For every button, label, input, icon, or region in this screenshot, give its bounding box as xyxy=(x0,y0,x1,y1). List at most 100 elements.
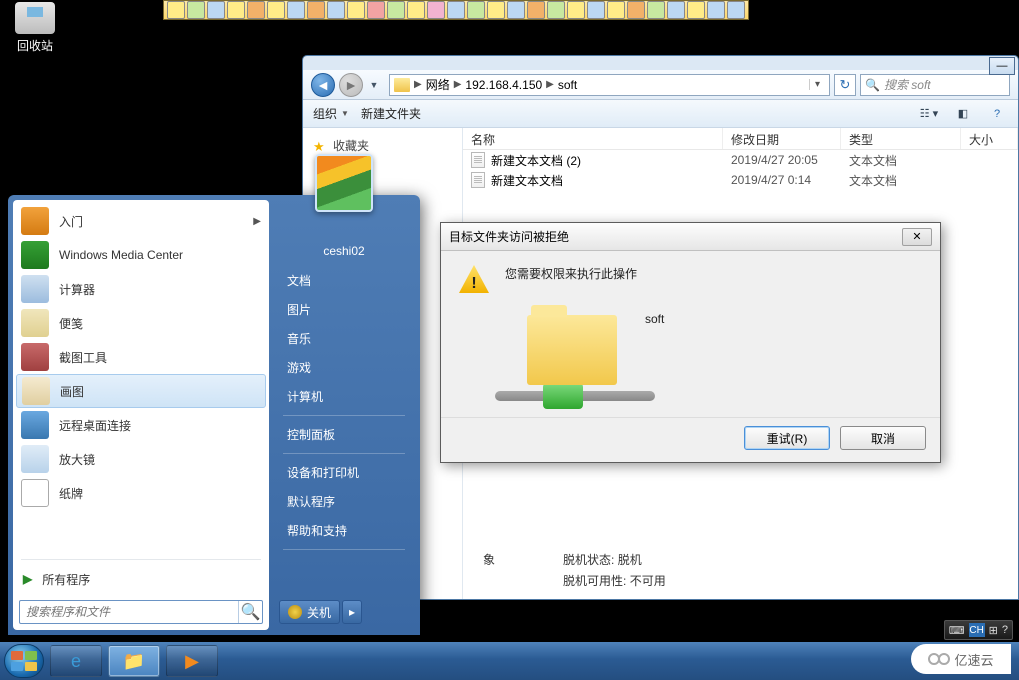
start-search-input[interactable] xyxy=(20,605,238,619)
vm-tool-icon[interactable] xyxy=(347,1,365,19)
user-name[interactable]: ceshi02 xyxy=(277,244,411,258)
dialog-folder-name: soft xyxy=(645,312,664,326)
vm-tool-icon[interactable] xyxy=(647,1,665,19)
vm-tool-icon[interactable] xyxy=(267,1,285,19)
start-item-sticky-notes[interactable]: 便笺 xyxy=(13,306,269,340)
preview-pane-button[interactable]: ◧ xyxy=(952,104,974,124)
vm-tool-icon[interactable] xyxy=(507,1,525,19)
all-programs[interactable]: ▶ 所有程序 xyxy=(13,564,269,594)
cancel-button[interactable]: 取消 xyxy=(840,426,926,450)
chevron-right-icon[interactable]: ▶ xyxy=(452,79,464,90)
vm-tool-icon[interactable] xyxy=(587,1,605,19)
vm-tool-icon[interactable] xyxy=(687,1,705,19)
ime-icon[interactable]: ⌨ xyxy=(949,624,965,637)
vm-tool-icon[interactable] xyxy=(427,1,445,19)
taskbar-media-player[interactable]: ▶ xyxy=(166,645,218,677)
taskbar-ie[interactable]: e xyxy=(50,645,102,677)
vm-tool-icon[interactable] xyxy=(227,1,245,19)
explorer-titlebar[interactable] xyxy=(303,56,1018,70)
start-item-rdp[interactable]: 远程桌面连接 xyxy=(13,408,269,442)
start-item-wmc[interactable]: Windows Media Center xyxy=(13,238,269,272)
vm-tool-icon[interactable] xyxy=(627,1,645,19)
start-item-paint[interactable]: 画图 xyxy=(16,374,266,408)
vm-tool-icon[interactable] xyxy=(387,1,405,19)
view-options-button[interactable]: ☷ ▾ xyxy=(918,104,940,124)
breadcrumb-network[interactable]: 网络 xyxy=(426,76,450,93)
start-item-calculator[interactable]: 计算器 xyxy=(13,272,269,306)
vm-tool-icon[interactable] xyxy=(247,1,265,19)
lang-indicator[interactable]: CH xyxy=(969,623,985,637)
ime-option-icon[interactable]: ⊞ xyxy=(989,624,998,637)
vm-tool-icon[interactable] xyxy=(667,1,685,19)
vm-tool-icon[interactable] xyxy=(367,1,385,19)
vm-tool-icon[interactable] xyxy=(187,1,205,19)
nav-history-dropdown[interactable]: ▼ xyxy=(367,74,381,96)
col-date[interactable]: 修改日期 xyxy=(723,128,841,149)
start-item-snipping-tool[interactable]: 截图工具 xyxy=(13,340,269,374)
start-right-item[interactable]: 控制面板 xyxy=(277,420,411,449)
start-right-item[interactable]: 帮助和支持 xyxy=(277,516,411,545)
vm-tool-icon[interactable] xyxy=(287,1,305,19)
start-right-item[interactable]: 默认程序 xyxy=(277,487,411,516)
vm-toolbar xyxy=(163,0,749,20)
nav-forward-button[interactable]: ► xyxy=(339,73,363,97)
start-button[interactable] xyxy=(4,644,44,678)
breadcrumb-folder[interactable]: soft xyxy=(558,78,577,92)
shutdown-options[interactable]: ▸ xyxy=(342,600,362,624)
breadcrumb-dropdown[interactable]: ▾ xyxy=(809,79,825,90)
help-button[interactable]: ? xyxy=(986,104,1008,124)
vm-tool-icon[interactable] xyxy=(727,1,745,19)
language-bar[interactable]: ⌨ CH ⊞ ? xyxy=(944,620,1013,640)
vm-tool-icon[interactable] xyxy=(407,1,425,19)
nav-back-button[interactable]: ◄ xyxy=(311,73,335,97)
start-right-item[interactable]: 游戏 xyxy=(277,353,411,382)
organize-button[interactable]: 组织▼ xyxy=(313,105,349,122)
breadcrumb-host[interactable]: 192.168.4.150 xyxy=(465,78,542,92)
start-right-item[interactable]: 计算机 xyxy=(277,382,411,411)
recycle-bin[interactable]: 回收站 xyxy=(15,2,55,54)
col-name[interactable]: 名称 xyxy=(463,128,723,149)
chevron-right-icon[interactable]: ▶ xyxy=(412,79,424,90)
calculator-icon xyxy=(21,275,49,303)
recycle-bin-icon xyxy=(15,2,55,34)
start-search[interactable]: 🔍 xyxy=(19,600,263,624)
dialog-titlebar[interactable]: 目标文件夹访问被拒绝 ✕ xyxy=(441,223,940,251)
vm-tool-icon[interactable] xyxy=(207,1,225,19)
vm-tool-icon[interactable] xyxy=(167,1,185,19)
vm-tool-icon[interactable] xyxy=(327,1,345,19)
taskbar-explorer[interactable]: 📁 xyxy=(108,645,160,677)
vm-tool-icon[interactable] xyxy=(307,1,325,19)
vm-tool-icon[interactable] xyxy=(547,1,565,19)
start-right-item[interactable]: 图片 xyxy=(277,295,411,324)
vm-tool-icon[interactable] xyxy=(567,1,585,19)
breadcrumb[interactable]: ▶ 网络 ▶ 192.168.4.150 ▶ soft ▾ xyxy=(389,74,830,96)
chevron-right-icon[interactable]: ▶ xyxy=(544,79,556,90)
file-row[interactable]: 新建文本文档 (2) 2019/4/27 20:05 文本文档 xyxy=(463,150,1018,170)
start-right-item[interactable]: 设备和打印机 xyxy=(277,458,411,487)
sticky-notes-icon xyxy=(21,309,49,337)
vm-tool-icon[interactable] xyxy=(607,1,625,19)
user-avatar[interactable] xyxy=(315,154,373,212)
vm-tool-icon[interactable] xyxy=(707,1,725,19)
vm-tool-icon[interactable] xyxy=(467,1,485,19)
start-item-magnifier[interactable]: 放大镜 xyxy=(13,442,269,476)
col-size[interactable]: 大小 xyxy=(961,128,1018,149)
shutdown-button[interactable]: 关机 xyxy=(279,600,340,624)
start-item-solitaire[interactable]: 纸牌 xyxy=(13,476,269,510)
retry-button[interactable]: 重试(R) xyxy=(744,426,830,450)
vm-tool-icon[interactable] xyxy=(527,1,545,19)
file-row[interactable]: 新建文本文档 2019/4/27 0:14 文本文档 xyxy=(463,170,1018,190)
start-item-get-started[interactable]: 入门 ▶ xyxy=(13,204,269,238)
vm-tool-icon[interactable] xyxy=(487,1,505,19)
refresh-button[interactable]: ↻ xyxy=(834,74,856,96)
minimize-button[interactable]: — xyxy=(989,57,1015,75)
help-icon[interactable]: ? xyxy=(1002,624,1008,636)
search-icon[interactable]: 🔍 xyxy=(238,601,262,623)
new-folder-button[interactable]: 新建文件夹 xyxy=(361,105,421,122)
start-right-item[interactable]: 音乐 xyxy=(277,324,411,353)
col-type[interactable]: 类型 xyxy=(841,128,961,149)
vm-tool-icon[interactable] xyxy=(447,1,465,19)
close-button[interactable]: ✕ xyxy=(902,228,932,246)
start-right-item[interactable]: 文档 xyxy=(277,266,411,295)
search-input[interactable]: 🔍 搜索 soft xyxy=(860,74,1010,96)
